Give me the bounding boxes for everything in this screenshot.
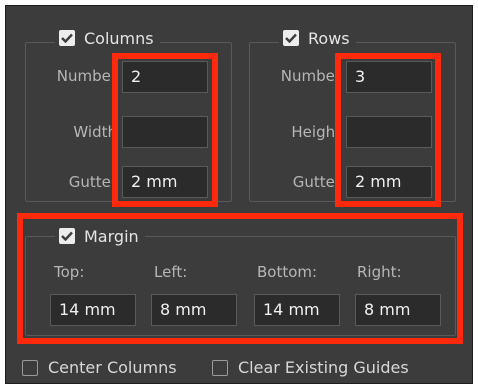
rows-gutter-label: Gutter <box>292 173 341 191</box>
checkmark-icon <box>285 33 297 43</box>
columns-number-input[interactable]: 2 <box>122 61 208 93</box>
rows-height-input[interactable] <box>346 116 432 148</box>
margin-bottom-label: Bottom: <box>257 263 318 281</box>
clear-guides-checkbox[interactable] <box>212 359 228 376</box>
margin-top-label: Top: <box>54 263 85 281</box>
center-columns-checkbox[interactable] <box>22 359 38 376</box>
columns-legend: Columns <box>55 26 160 50</box>
columns-checkbox[interactable] <box>59 30 75 46</box>
columns-number-label: Number <box>56 67 117 85</box>
margin-bottom-input[interactable]: 14 mm <box>254 294 340 326</box>
clear-guides-label: Clear Existing Guides <box>238 358 409 377</box>
margin-right-label: Right: <box>357 263 402 281</box>
rows-number-input[interactable]: 3 <box>346 61 432 93</box>
margin-right-input[interactable]: 8 mm <box>355 294 441 326</box>
columns-title: Columns <box>84 28 154 48</box>
margin-left-input[interactable]: 8 mm <box>151 294 237 326</box>
rows-legend: Rows <box>279 26 356 50</box>
rows-number-label: Number <box>280 67 341 85</box>
guide-layout-panel: Columns Number 2 Width Gutter 2 mm Rows … <box>5 5 473 384</box>
columns-width-input[interactable] <box>122 116 208 148</box>
center-columns-option[interactable]: Center Columns <box>22 358 177 377</box>
checkmark-icon <box>61 231 73 241</box>
margin-top-input[interactable]: 14 mm <box>50 294 136 326</box>
rows-checkbox[interactable] <box>283 30 299 46</box>
center-columns-label: Center Columns <box>48 358 177 377</box>
rows-title: Rows <box>308 28 350 48</box>
margin-title: Margin <box>84 226 139 246</box>
rows-gutter-input[interactable]: 2 mm <box>346 166 432 198</box>
checkmark-icon <box>61 33 73 43</box>
columns-width-label: Width <box>73 123 117 141</box>
margin-left-label: Left: <box>154 263 188 281</box>
rows-height-label: Height <box>291 123 341 141</box>
margin-legend: Margin <box>55 224 145 248</box>
columns-gutter-input[interactable]: 2 mm <box>122 166 208 198</box>
clear-guides-option[interactable]: Clear Existing Guides <box>212 358 409 377</box>
margin-checkbox[interactable] <box>59 228 75 244</box>
columns-gutter-label: Gutter <box>68 173 117 191</box>
